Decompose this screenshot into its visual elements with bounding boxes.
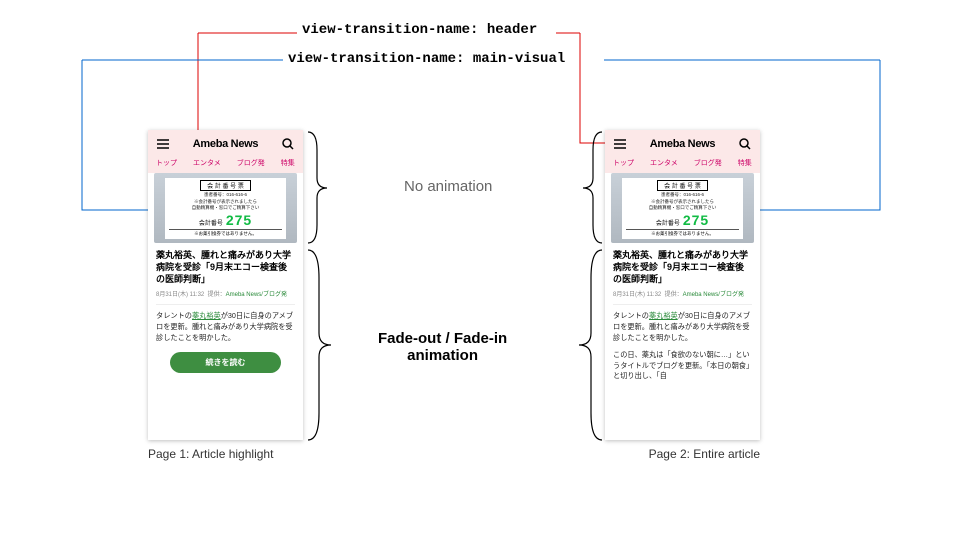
article-meta: 8月31日(木) 11:32 提供：Ameba News/ブログ発 — [156, 289, 295, 298]
mobile-header: Ameba News トップ エンタメ ブログ発 特集 — [605, 130, 760, 173]
paragraph-1: タレントの薬丸裕英が30日に自身のアメブロを更新。腫れと痛みがあり大学病院を受診… — [613, 311, 752, 343]
label-mainvisual-css: view-transition-name: main-visual — [288, 51, 565, 67]
ticket-number: 275 — [683, 212, 709, 228]
brace-left-bottom — [575, 248, 605, 443]
search-icon[interactable] — [738, 137, 752, 151]
logo: Ameba News — [193, 138, 258, 150]
tab-special[interactable]: 特集 — [273, 158, 303, 168]
ticket-title: 会 計 番 号 票 — [657, 180, 708, 191]
brace-left-top — [575, 130, 605, 245]
brace-right-top — [305, 130, 335, 245]
label-header-css: view-transition-name: header — [302, 22, 537, 38]
article-meta: 8月31日(木) 11:32 提供：Ameba News/ブログ発 — [613, 289, 752, 298]
meta-source[interactable]: Ameba News/ブログ発 — [226, 292, 287, 298]
main-visual: 会 計 番 号 票 患者番号：016-616-6 ※会計番号が表示されましたら … — [154, 173, 297, 243]
person-link[interactable]: 薬丸裕英 — [649, 311, 678, 320]
read-more-button[interactable]: 続きを読む — [170, 352, 281, 373]
mobile-page-2: Ameba News トップ エンタメ ブログ発 特集 会 計 番 号 票 患者… — [605, 130, 760, 440]
headline: 薬丸裕英、腫れと痛みがあり大学病院を受診「9月末エコー検査後の医師判断」 — [156, 249, 295, 285]
caption-page1: Page 1: Article highlight — [148, 447, 273, 461]
tabs: トップ エンタメ ブログ発 特集 — [605, 154, 760, 173]
menu-icon[interactable] — [613, 137, 627, 151]
menu-icon[interactable] — [156, 137, 170, 151]
annotation-fade: Fade-out / Fade-in animation — [378, 330, 507, 364]
article-body: 薬丸裕英、腫れと痛みがあり大学病院を受診「9月末エコー検査後の医師判断」 8月3… — [148, 243, 303, 381]
brace-right-bottom — [305, 248, 335, 443]
tab-special[interactable]: 特集 — [730, 158, 760, 168]
tab-top[interactable]: トップ — [605, 158, 642, 168]
tab-top[interactable]: トップ — [148, 158, 185, 168]
annotation-no-animation: No animation — [404, 178, 492, 195]
tabs: トップ エンタメ ブログ発 特集 — [148, 154, 303, 173]
ticket-note: ※お薬引換券ではありません。 — [169, 229, 283, 237]
ticket-notice: ※会計番号が表示されましたら 自動精算機・窓口でご精算下さい — [192, 199, 260, 211]
headline: 薬丸裕英、腫れと痛みがあり大学病院を受診「9月末エコー検査後の医師判断」 — [613, 249, 752, 285]
article-body: 薬丸裕英、腫れと痛みがあり大学病院を受診「9月末エコー検査後の医師判断」 8月3… — [605, 243, 760, 390]
tab-blog[interactable]: ブログ発 — [229, 158, 273, 168]
ticket-label: 会計番号 — [656, 218, 680, 227]
connector-header — [0, 0, 960, 540]
ticket-sub: 患者番号：016-616-6 — [204, 192, 247, 198]
paragraph-2: この日、薬丸は「食欲のない朝に…」というタイトルでブログを更新。「本日の朝食」と… — [613, 350, 752, 382]
tab-blog[interactable]: ブログ発 — [686, 158, 730, 168]
tab-entertainment[interactable]: エンタメ — [642, 158, 686, 168]
caption-page2: Page 2: Entire article — [605, 447, 760, 461]
logo: Ameba News — [650, 138, 715, 150]
mobile-page-1: Ameba News トップ エンタメ ブログ発 特集 会 計 番 号 票 患者… — [148, 130, 303, 440]
tab-entertainment[interactable]: エンタメ — [185, 158, 229, 168]
search-icon[interactable] — [281, 137, 295, 151]
ticket-notice: ※会計番号が表示されましたら 自動精算機・窓口でご精算下さい — [649, 199, 717, 211]
paragraph-1: タレントの薬丸裕英が30日に自身のアメブロを更新。腫れと痛みがあり大学病院を受診… — [156, 311, 295, 343]
ticket-title: 会 計 番 号 票 — [200, 180, 251, 191]
mobile-header: Ameba News トップ エンタメ ブログ発 特集 — [148, 130, 303, 173]
meta-source[interactable]: Ameba News/ブログ発 — [683, 292, 744, 298]
connector-mainvisual — [0, 0, 960, 540]
ticket-label: 会計番号 — [199, 218, 223, 227]
ticket-note: ※お薬引換券ではありません。 — [626, 229, 740, 237]
ticket-number: 275 — [226, 212, 252, 228]
main-visual: 会 計 番 号 票 患者番号：016-616-6 ※会計番号が表示されましたら … — [611, 173, 754, 243]
ticket-sub: 患者番号：016-616-6 — [661, 192, 704, 198]
person-link[interactable]: 薬丸裕英 — [192, 311, 221, 320]
